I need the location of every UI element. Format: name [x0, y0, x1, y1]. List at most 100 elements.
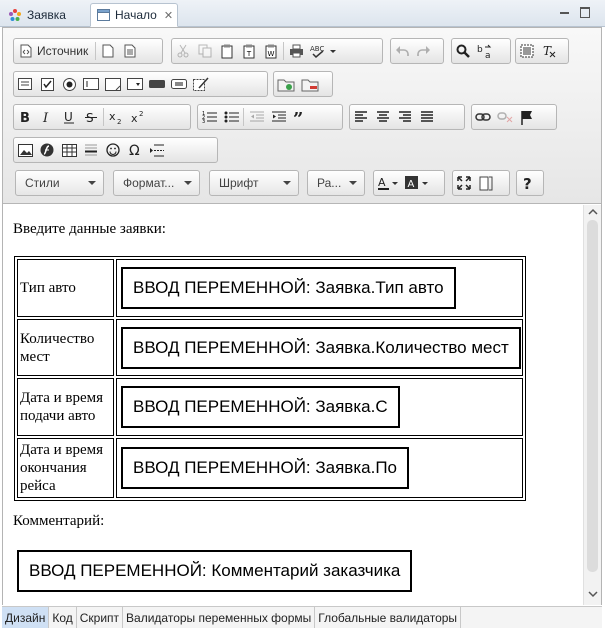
format-dropdown[interactable]: Формат... — [113, 170, 200, 196]
link-icon — [475, 113, 491, 121]
minimize-button[interactable] — [558, 6, 572, 18]
italic-button[interactable]: I — [36, 105, 58, 129]
styles-dropdown[interactable]: Стили — [15, 170, 104, 196]
font-dropdown[interactable]: Шрифт — [209, 170, 299, 196]
cut-button[interactable] — [172, 39, 194, 63]
scroll-down-icon[interactable] — [588, 589, 598, 599]
textarea-button[interactable] — [102, 72, 124, 96]
strikethrough-icon: S — [85, 111, 97, 124]
insert-template-button[interactable] — [274, 72, 298, 96]
tab-nachalo[interactable]: Начало ✕ — [90, 3, 178, 27]
button-control-icon — [149, 80, 165, 88]
background-color-icon: A — [405, 176, 428, 190]
source-button[interactable]: Источник — [14, 39, 94, 63]
scissors-icon — [177, 44, 189, 58]
remove-format-button[interactable]: T — [538, 39, 560, 63]
checkbox-button[interactable] — [36, 72, 58, 96]
superscript-button[interactable]: x2 — [127, 105, 149, 129]
new-page-button[interactable] — [97, 39, 119, 63]
print-button[interactable] — [285, 39, 307, 63]
maximize-button[interactable] — [578, 6, 592, 18]
numbered-list-button[interactable]: 123 — [198, 105, 220, 129]
replace-icon: ba — [477, 44, 492, 59]
chevron-down-icon — [283, 181, 291, 185]
variable-input[interactable]: ВВОД ПЕРЕМЕННОЙ: Заявка.Количество мест — [121, 326, 521, 369]
bold-button[interactable]: B — [14, 105, 36, 129]
scroll-up-icon[interactable] — [588, 207, 598, 217]
special-char-button[interactable]: Ω — [124, 138, 146, 162]
replace-button[interactable]: ba — [474, 39, 496, 63]
checkbox-icon — [40, 77, 54, 91]
align-center-button[interactable] — [372, 105, 394, 129]
tab-design[interactable]: Дизайн — [2, 607, 50, 628]
background-color-button[interactable]: A — [402, 171, 432, 195]
tab-script[interactable]: Скрипт — [77, 607, 124, 628]
image-button[interactable] — [14, 138, 36, 162]
indent-button[interactable] — [267, 105, 289, 129]
underline-button[interactable]: U — [58, 105, 80, 129]
table-row: Дата и время подачи авто ВВОД ПЕРЕМЕННОЙ… — [17, 378, 523, 436]
undo-button[interactable] — [391, 39, 413, 63]
outdent-button[interactable] — [245, 105, 267, 129]
templates-button[interactable] — [119, 39, 141, 63]
table-button[interactable] — [58, 138, 80, 162]
show-blocks-button[interactable] — [475, 171, 497, 195]
svg-text:W: W — [268, 50, 275, 58]
align-justify-button[interactable] — [416, 105, 438, 129]
flash-button[interactable] — [36, 138, 58, 162]
unlink-button[interactable] — [494, 105, 516, 129]
size-dropdown[interactable]: Ра... — [307, 170, 365, 196]
remove-template-button[interactable] — [298, 72, 322, 96]
source-label: Источник — [37, 44, 89, 58]
close-icon[interactable]: ✕ — [164, 9, 173, 22]
unlink-icon — [497, 112, 513, 123]
editor-content[interactable]: Введите данные заявки: Тип авто ВВОД ПЕР… — [3, 205, 583, 605]
paste-text-button[interactable]: T — [238, 39, 260, 63]
variable-input[interactable]: ВВОД ПЕРЕМЕННОЙ: Заявка.С — [121, 386, 400, 428]
variable-input[interactable]: ВВОД ПЕРЕМЕННОЙ: Заявка.Тип авто — [121, 267, 456, 309]
page-break-button[interactable] — [146, 138, 168, 162]
intro-paragraph: Введите данные заявки: — [13, 221, 166, 237]
anchor-button[interactable] — [516, 105, 538, 129]
paste-button[interactable] — [216, 39, 238, 63]
copy-button[interactable] — [194, 39, 216, 63]
scrollbar-thumb[interactable] — [587, 220, 598, 572]
bottom-tab-bar: Дизайн Код Скрипт Валидаторы переменных … — [2, 606, 602, 628]
blockquote-button[interactable]: ” — [289, 105, 311, 129]
select-field-button[interactable] — [124, 72, 146, 96]
tab-form-validators[interactable]: Валидаторы переменных формы — [123, 607, 316, 628]
radio-button[interactable] — [58, 72, 80, 96]
tab-code[interactable]: Код — [49, 607, 77, 628]
subscript-button[interactable]: x2 — [105, 105, 127, 129]
form-button[interactable] — [14, 72, 36, 96]
maximize-editor-button[interactable] — [453, 171, 475, 195]
comment-variable-input[interactable]: ВВОД ПЕРЕМЕННОЙ: Комментарий заказчика — [17, 550, 413, 592]
paste-word-button[interactable]: W — [260, 39, 282, 63]
variable-input[interactable]: ВВОД ПЕРЕМЕННОЙ: Заявка.По — [121, 447, 409, 489]
help-button[interactable]: ? — [517, 171, 539, 195]
bulleted-list-icon — [224, 111, 239, 123]
horizontal-rule-button[interactable] — [80, 138, 102, 162]
spellcheck-button[interactable]: ABC — [307, 39, 339, 63]
paste-text-icon: T — [243, 44, 255, 58]
find-button[interactable] — [452, 39, 474, 63]
text-color-button[interactable]: A — [374, 171, 402, 195]
tab-zayavka[interactable]: Заявка — [2, 3, 86, 27]
textfield-icon — [83, 78, 99, 90]
tab-global-validators[interactable]: Глобальные валидаторы — [315, 607, 462, 628]
link-button[interactable] — [472, 105, 494, 129]
hidden-field-button[interactable] — [190, 72, 212, 96]
vertical-scrollbar[interactable] — [583, 205, 601, 605]
align-left-button[interactable] — [350, 105, 372, 129]
image-button-control[interactable] — [168, 72, 190, 96]
strikethrough-button[interactable]: S — [80, 105, 102, 129]
redo-button[interactable] — [413, 39, 435, 63]
smiley-button[interactable] — [102, 138, 124, 162]
toolbar-group-select: T — [515, 38, 569, 64]
bulleted-list-button[interactable] — [220, 105, 242, 129]
align-right-button[interactable] — [394, 105, 416, 129]
toolbar-group-basicstyles: B I U S x2 x2 — [13, 104, 191, 130]
button-control-button[interactable] — [146, 72, 168, 96]
select-all-button[interactable] — [516, 39, 538, 63]
textfield-button[interactable] — [80, 72, 102, 96]
